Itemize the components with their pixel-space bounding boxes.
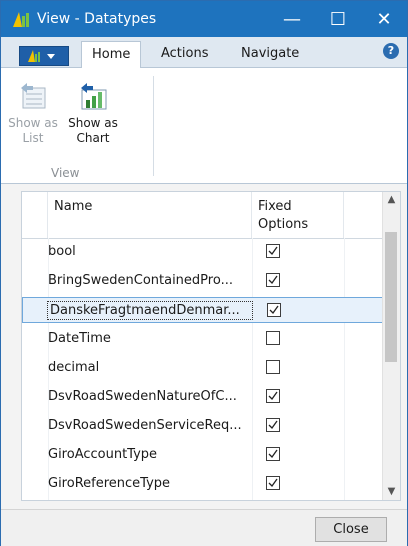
scroll-up-icon[interactable]: ▲ [383,192,400,208]
table-row[interactable]: int [22,500,384,501]
list-icon [21,83,46,109]
tab-actions[interactable]: Actions [151,41,219,67]
title-bar: View - Datatypes — ☐ ✕ [1,1,407,37]
ribbon-group-separator [153,76,154,176]
datatype-name: GiroReferenceType [48,476,171,491]
application-menu-button[interactable] [19,46,69,66]
ribbon-tab-strip: Home Actions Navigate ? [1,37,407,69]
table-row[interactable]: decimal [22,355,384,381]
show-as-list-label: Show as List [8,116,58,145]
maximize-button[interactable]: ☐ [315,1,361,37]
help-icon[interactable]: ? [383,43,399,59]
fixed-options-checkbox[interactable] [266,447,280,461]
dialog-footer: Close [1,509,407,546]
fixed-options-checkbox[interactable] [266,244,280,258]
fixed-options-checkbox[interactable] [266,476,280,490]
checkmark-icon [268,391,278,401]
checkmark-icon [268,449,278,459]
datatype-name: decimal [48,360,100,375]
close-window-button[interactable]: ✕ [361,1,407,37]
vertical-scrollbar[interactable]: ▲ ▼ [382,192,400,500]
datatype-name: bool [48,244,76,259]
chart-icon [81,83,107,110]
fixed-options-checkbox[interactable] [266,360,280,374]
app-icon [13,12,29,27]
datatype-name: BringSwedenContainedPro... [48,273,233,288]
scrollbar-thumb[interactable] [385,232,397,362]
ribbon-group-label: View [51,166,80,180]
table-row[interactable]: DsvRoadSwedenServiceReq... [22,413,384,439]
row-indicator-header [22,192,48,238]
column-header-fixed-options[interactable]: Fixed Options [252,192,344,238]
column-header-name[interactable]: Name [48,192,252,238]
checkmark-icon [269,305,279,315]
table-row[interactable]: DateTime [22,326,384,352]
maximize-icon: ☐ [329,8,347,30]
datatypes-grid: Name Fixed Options bool BringSwedenContai… [21,191,401,501]
table-row[interactable]: GiroReferenceType [22,471,384,497]
tab-navigate[interactable]: Navigate [231,41,309,67]
minimize-button[interactable]: — [269,1,315,37]
datatypes-window: View - Datatypes — ☐ ✕ Home Actions Navi… [0,0,408,546]
scroll-down-icon[interactable]: ▼ [383,484,400,500]
ribbon-body: Show as List Show as Chart View [1,68,407,184]
minimize-icon: — [283,8,301,30]
tab-home[interactable]: Home [81,41,142,69]
window-title: View - Datatypes [37,11,157,27]
datatype-name: DateTime [48,331,111,346]
fixed-options-checkbox[interactable] [266,331,280,345]
fixed-options-checkbox[interactable] [266,389,280,403]
app-menu-icon [28,50,55,62]
datatype-name: DsvRoadSwedenNatureOfC... [48,389,237,404]
checkmark-icon [268,478,278,488]
datatype-name: DanskeFragtmaendDenmar... [47,301,253,320]
show-as-chart-button[interactable]: Show as Chart [65,80,121,146]
table-row[interactable]: BringSwedenContainedPro... [22,268,384,294]
table-row[interactable]: bool [22,239,384,265]
fixed-options-checkbox[interactable] [266,418,280,432]
checkmark-icon [268,420,278,430]
datatype-name: DsvRoadSwedenServiceReq... [48,418,242,433]
datatype-name: GiroAccountType [48,447,158,462]
checkmark-icon [268,275,278,285]
table-row[interactable]: GiroAccountType [22,442,384,468]
close-button[interactable]: Close [315,517,387,542]
show-as-list-button[interactable]: Show as List [5,80,61,146]
fixed-options-checkbox[interactable] [266,273,280,287]
grid-header: Name Fixed Options [22,192,384,239]
table-row[interactable]: DsvRoadSwedenNatureOfC... [22,384,384,410]
show-as-chart-label: Show as Chart [68,116,118,145]
checkmark-icon [268,246,278,256]
table-row[interactable]: DanskeFragtmaendDenmar... [22,297,384,323]
fixed-options-checkbox[interactable] [267,303,281,317]
close-icon: ✕ [376,8,392,30]
